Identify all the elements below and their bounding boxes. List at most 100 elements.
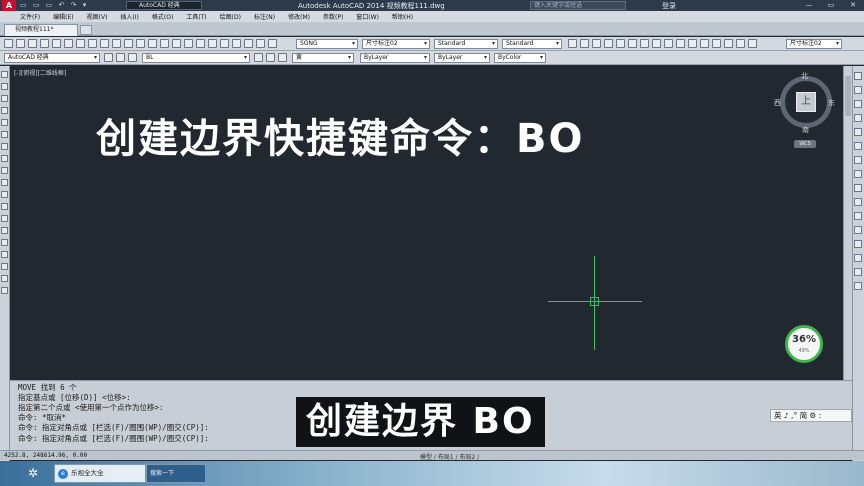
menu-help[interactable]: 帮助(H)	[392, 12, 413, 21]
explode-icon[interactable]	[854, 282, 862, 290]
maximize-button[interactable]: ▭	[820, 0, 842, 11]
make-block-icon[interactable]	[1, 215, 8, 222]
ellipse-icon[interactable]	[1, 179, 8, 186]
scale-icon[interactable]	[854, 170, 862, 178]
radius-dim-icon[interactable]	[616, 39, 625, 48]
taskbar-app[interactable]: e 乐视全大全	[54, 464, 146, 483]
wcs-menu[interactable]: WCS	[794, 140, 816, 148]
text-style-select[interactable]: SONG	[296, 39, 358, 49]
compass-west[interactable]: 西	[774, 98, 781, 108]
redo-icon[interactable]	[136, 39, 145, 48]
hatch-icon[interactable]	[1, 239, 8, 246]
lineweight-select[interactable]: ByLayer	[434, 53, 490, 63]
workspace-select[interactable]: AutoCAD 经典	[4, 53, 100, 63]
array-icon[interactable]	[854, 128, 862, 136]
chamfer-icon[interactable]	[854, 254, 862, 262]
layer-select[interactable]: BL	[142, 53, 250, 63]
new-icon[interactable]	[4, 39, 13, 48]
move-icon[interactable]	[854, 142, 862, 150]
compass-east[interactable]: 东	[828, 98, 835, 108]
ordinate-dim-icon[interactable]	[604, 39, 613, 48]
center-mark-icon[interactable]	[736, 39, 745, 48]
compass-south[interactable]: 南	[802, 125, 809, 135]
zoom-icon[interactable]	[160, 39, 169, 48]
mtext-icon[interactable]	[1, 287, 8, 294]
help-icon[interactable]	[268, 39, 277, 48]
preview-icon[interactable]	[52, 39, 61, 48]
plotstyle-select[interactable]: ByColor	[494, 53, 546, 63]
layer-previous-icon[interactable]	[266, 53, 275, 62]
point-icon[interactable]	[1, 227, 8, 234]
rotate-icon[interactable]	[854, 156, 862, 164]
baseline-dim-icon[interactable]	[676, 39, 685, 48]
menu-view[interactable]: 视图(V)	[87, 12, 108, 21]
menu-tools[interactable]: 工具(T)	[186, 12, 206, 21]
layer-match-icon[interactable]	[278, 53, 287, 62]
ellipse-arc-icon[interactable]	[1, 191, 8, 198]
space-dim-icon[interactable]	[700, 39, 709, 48]
continue-dim-icon[interactable]	[688, 39, 697, 48]
angular-dim-icon[interactable]	[652, 39, 661, 48]
break-dim-icon[interactable]	[712, 39, 721, 48]
table-style-select[interactable]: Standard	[434, 39, 498, 49]
aligned-dim-icon[interactable]	[580, 39, 589, 48]
menu-dimension[interactable]: 标注(N)	[254, 12, 275, 21]
polyline-icon[interactable]	[1, 95, 8, 102]
undo-icon[interactable]	[124, 39, 133, 48]
rectangle-icon[interactable]	[1, 119, 8, 126]
paste-icon[interactable]	[100, 39, 109, 48]
search-input[interactable]: 键入关键字或短语	[530, 1, 626, 10]
color-select[interactable]: 黄	[292, 53, 354, 63]
quickcalc-icon[interactable]	[256, 39, 265, 48]
open-icon[interactable]	[16, 39, 25, 48]
workspace-switcher[interactable]: AutoCAD 经典	[126, 1, 202, 10]
insert-block-icon[interactable]	[1, 203, 8, 210]
circle-icon[interactable]	[1, 143, 8, 150]
offset-icon[interactable]	[854, 114, 862, 122]
quick-access-toolbar[interactable]: ▭ ▭ ▭ ↶ ↷ ▾	[20, 1, 88, 9]
extend-icon[interactable]	[854, 212, 862, 220]
gradient-icon[interactable]	[1, 251, 8, 258]
pan-icon[interactable]	[148, 39, 157, 48]
copy-icon[interactable]	[88, 39, 97, 48]
dim-style-select[interactable]: 尺寸标注02	[362, 39, 430, 49]
menu-window[interactable]: 窗口(W)	[356, 12, 379, 21]
sheet-set-icon[interactable]	[232, 39, 241, 48]
inspect-icon[interactable]	[748, 39, 757, 48]
viewcube-top-face[interactable]: 上	[796, 92, 816, 112]
close-button[interactable]: ✕	[842, 0, 864, 11]
markup-icon[interactable]	[244, 39, 253, 48]
cut-icon[interactable]	[76, 39, 85, 48]
tab-drawing[interactable]: 视频教程111*	[4, 24, 78, 36]
linear-dim-icon[interactable]	[568, 39, 577, 48]
arc-dim-icon[interactable]	[592, 39, 601, 48]
tool-palette-icon[interactable]	[220, 39, 229, 48]
diameter-dim-icon[interactable]	[640, 39, 649, 48]
minimize-button[interactable]: —	[798, 0, 820, 11]
layer-on-icon[interactable]	[128, 53, 137, 62]
make-current-icon[interactable]	[254, 53, 263, 62]
scroll-thumb[interactable]	[845, 76, 851, 116]
arc-icon[interactable]	[1, 131, 8, 138]
layout-tabs[interactable]: 模型 / 布局1 / 布局2 /	[420, 452, 479, 461]
ime-toolbar[interactable]: 英 ♪ ,° 简 ⚙ :	[770, 409, 852, 422]
properties-icon[interactable]	[196, 39, 205, 48]
multileader-style-select[interactable]: Standard	[502, 39, 562, 49]
autocad-logo-icon[interactable]: A	[2, 0, 16, 11]
dim-style-select-right[interactable]: 尺寸标注02	[786, 39, 842, 49]
layer-state-icon[interactable]	[116, 53, 125, 62]
revcloud-icon[interactable]	[1, 155, 8, 162]
menu-draw[interactable]: 绘图(D)	[220, 12, 241, 21]
login-button[interactable]: 登录	[662, 1, 676, 11]
start-icon[interactable]: ✲	[28, 466, 38, 480]
erase-icon[interactable]	[854, 72, 862, 80]
tolerance-icon[interactable]	[724, 39, 733, 48]
menu-format[interactable]: 格式(O)	[152, 12, 173, 21]
table-icon[interactable]	[1, 275, 8, 282]
trim-icon[interactable]	[854, 198, 862, 206]
viewport-label[interactable]: [-][俯视][二维线框]	[14, 68, 66, 77]
print-icon[interactable]	[40, 39, 49, 48]
region-icon[interactable]	[1, 263, 8, 270]
menu-insert[interactable]: 插入(I)	[120, 12, 138, 21]
viewcube[interactable]: 上 北 南 东 西 WCS	[774, 70, 838, 150]
